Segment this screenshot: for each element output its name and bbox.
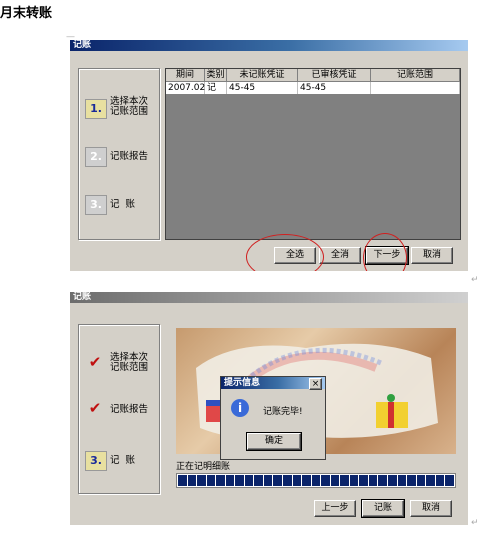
check-icon: ✔	[88, 353, 102, 371]
cell-range[interactable]	[371, 82, 460, 94]
cell-unposted[interactable]: 45-45	[227, 82, 298, 94]
cancel-button[interactable]: 取消	[411, 247, 453, 264]
progress-segment	[311, 475, 321, 486]
progress-segment	[340, 475, 349, 486]
progress-segment	[388, 475, 397, 486]
progress-segment	[273, 475, 283, 486]
steps-panel: ✔ 选择本次 记账范围 ✔ 记账报告 3. 记 账	[78, 324, 160, 494]
step1-label: 选择本次 记账范围	[110, 96, 149, 117]
progress-segment	[225, 475, 235, 486]
cell-period[interactable]: 2007.02	[166, 82, 205, 94]
posting-window-step3: 记账 ✔ 选择本次 记账范围 ✔ 记账报告 3. 记 账 提示信息 × i 记账…	[70, 292, 468, 525]
progress-segment	[187, 475, 197, 486]
return-mark: ↵	[471, 518, 479, 528]
deselect-all-button[interactable]: 全消	[319, 247, 361, 264]
step2-icon: 2.	[85, 147, 107, 167]
cancel-button[interactable]: 取消	[410, 500, 452, 517]
period-grid: 期间 类别 未记账凭证 已审核凭证 记账范围 2007.02 记 45-45 4…	[165, 68, 461, 240]
doc-heading: 月末转账	[0, 6, 53, 21]
col-header-unposted: 未记账凭证	[227, 69, 298, 82]
step1-label: 选择本次 记账范围	[110, 352, 149, 373]
step3-icon: 3.	[85, 451, 107, 471]
progress-segment	[302, 475, 311, 486]
return-mark: ↵	[471, 275, 479, 285]
posting-window-step1: 记账 1. 选择本次 记账范围 2. 记账报告 3. 记 账 期间 类别 未记账…	[70, 40, 468, 271]
step3-label: 记 账	[110, 199, 136, 210]
progress-segment	[216, 475, 225, 486]
progress-segment	[435, 475, 445, 486]
progress-segment	[254, 475, 263, 486]
step1-icon: 1.	[85, 99, 107, 119]
progress-segment	[197, 475, 206, 486]
progress-segment	[283, 475, 292, 486]
progress-segment	[397, 475, 407, 486]
progress-segment	[321, 475, 330, 486]
progress-segment	[292, 475, 302, 486]
progress-label: 正在记明细账	[176, 462, 231, 472]
dialog-close-button[interactable]: ×	[309, 378, 322, 390]
previous-button[interactable]: 上一步	[314, 500, 356, 517]
step3-label: 记 账	[110, 455, 136, 466]
cell-audited[interactable]: 45-45	[298, 82, 371, 94]
window-title: 记账	[70, 292, 468, 303]
progress-segment	[235, 475, 244, 486]
cell-type[interactable]: 记	[205, 82, 227, 94]
progress-segment	[330, 475, 340, 486]
col-header-period: 期间	[166, 69, 205, 82]
progress-segment	[378, 475, 388, 486]
progress-segment	[206, 475, 216, 486]
progress-segment	[445, 475, 454, 486]
dialog-message: 记账完毕!	[263, 407, 303, 417]
ok-button[interactable]: 确定	[246, 432, 302, 451]
col-header-range: 记账范围	[371, 69, 460, 82]
progress-segment	[349, 475, 359, 486]
progress-bar	[176, 473, 456, 488]
steps-panel: 1. 选择本次 记账范围 2. 记账报告 3. 记 账	[78, 68, 160, 240]
post-button[interactable]: 记账	[361, 499, 405, 518]
info-icon: i	[231, 399, 249, 417]
window-title: 记账	[70, 40, 468, 51]
step3-icon: 3.	[85, 195, 107, 215]
step2-label: 记账报告	[110, 151, 149, 162]
info-dialog: 提示信息 × i 记账完毕! 确定	[220, 376, 326, 460]
col-header-type: 类别	[205, 69, 227, 82]
progress-segment	[244, 475, 254, 486]
col-header-audited: 已审核凭证	[298, 69, 371, 82]
progress-segment	[416, 475, 426, 486]
step2-label: 记账报告	[110, 404, 149, 415]
progress-segment	[263, 475, 273, 486]
check-icon: ✔	[88, 399, 102, 417]
progress-segment	[368, 475, 378, 486]
progress-segment	[178, 475, 187, 486]
progress-segment	[359, 475, 368, 486]
progress-segment	[426, 475, 435, 486]
progress-segment	[407, 475, 416, 486]
